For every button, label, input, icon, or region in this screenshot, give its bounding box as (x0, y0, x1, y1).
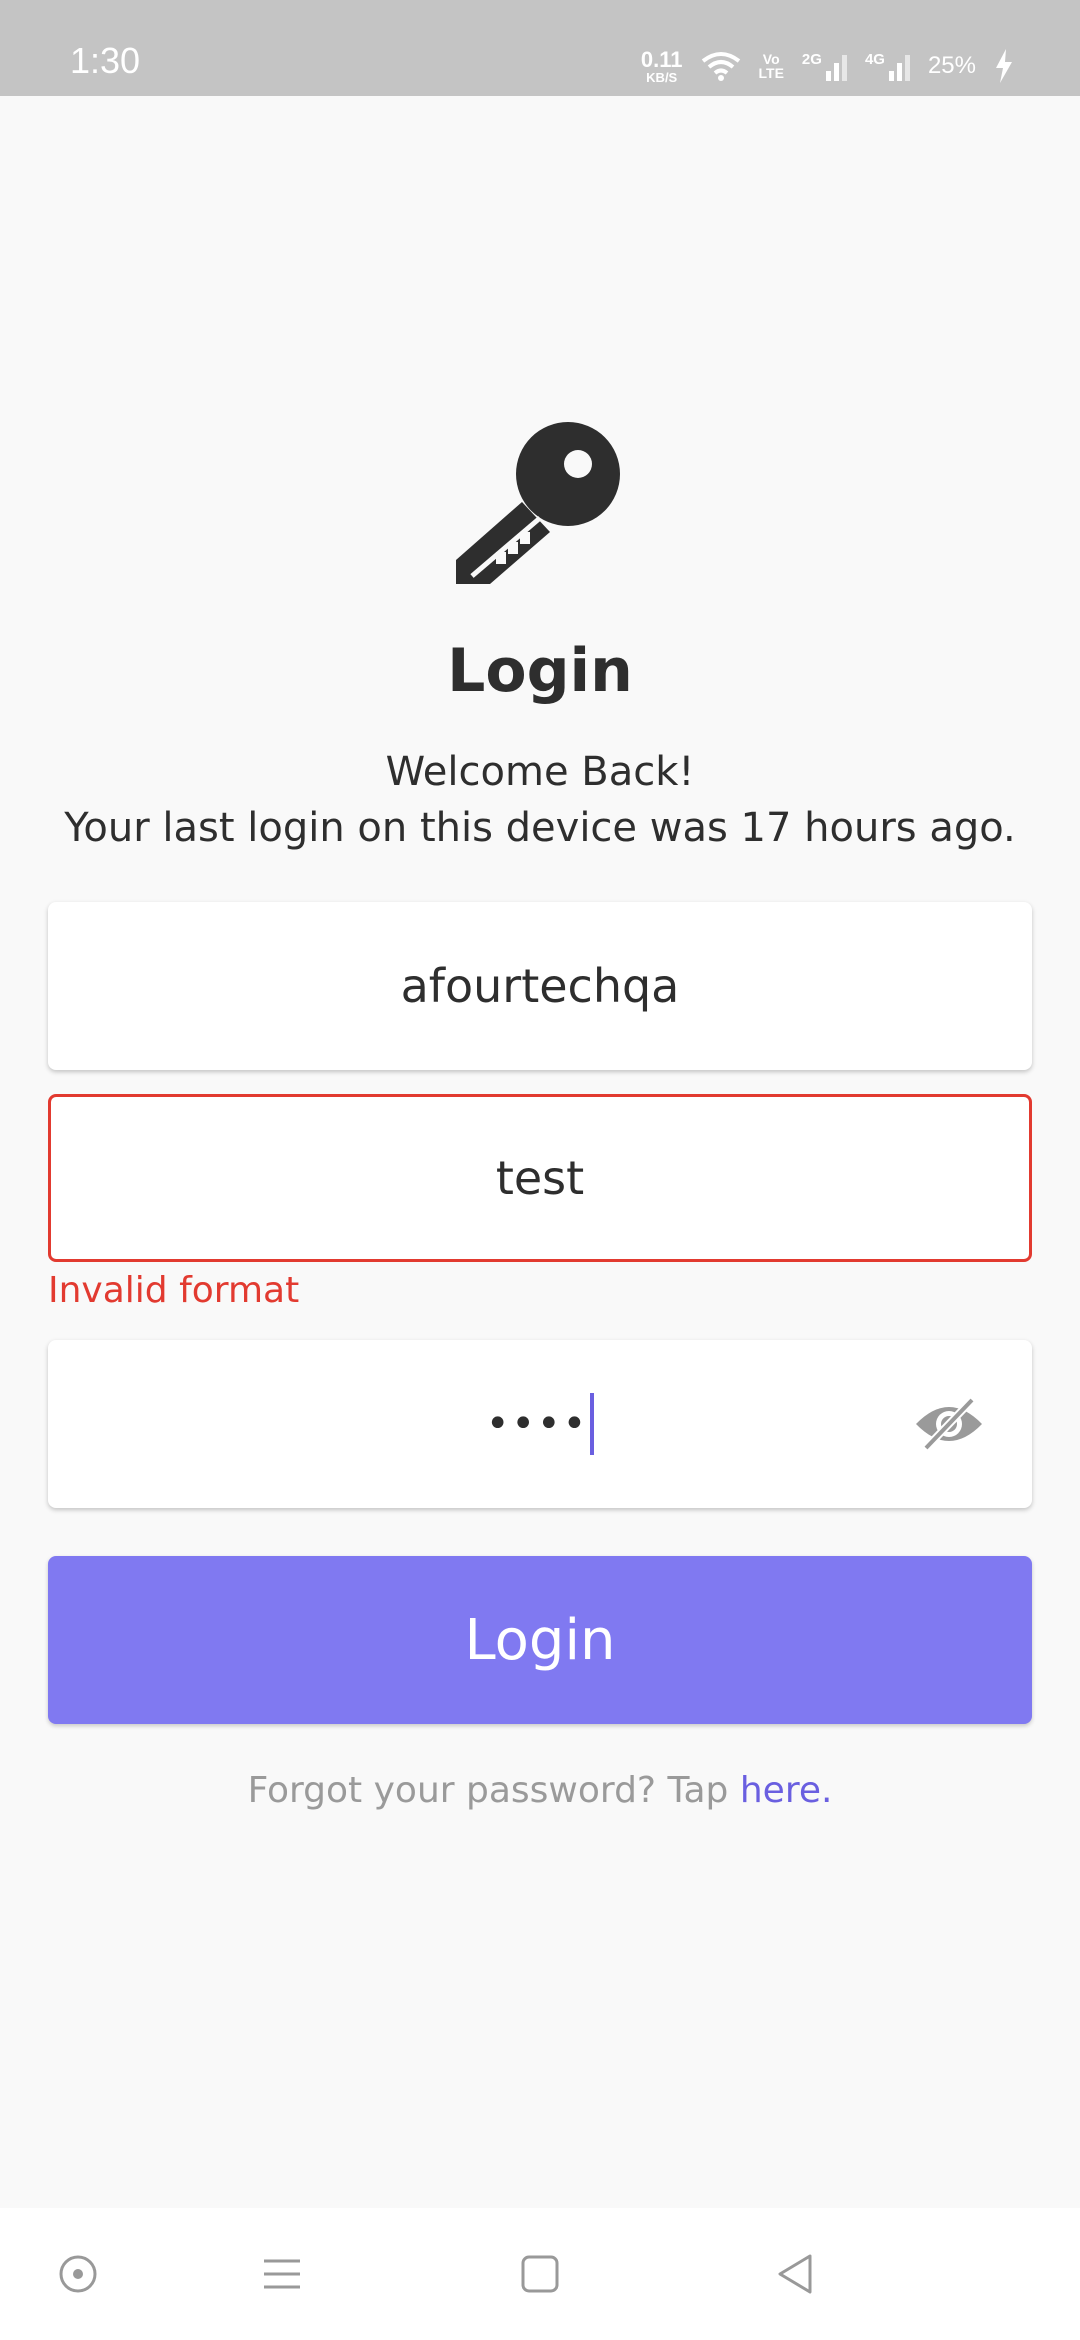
username-value: afourtechqa (400, 959, 680, 1013)
signal-icon: 2G (802, 51, 847, 81)
status-time: 1:30 (70, 40, 141, 81)
volte-top: Vo (762, 51, 780, 67)
network-speed-unit: KB/S (646, 69, 678, 85)
wifi-icon (701, 52, 740, 81)
square-icon[interactable] (510, 2244, 570, 2304)
circle-dot-icon[interactable] (48, 2244, 108, 2304)
welcome-line-1: Welcome Back! (385, 749, 695, 795)
signal-2g-label: 2G (801, 51, 822, 68)
welcome-line-2: Your last login on this device was 17 ho… (64, 805, 1016, 851)
battery-percent: 25% (927, 52, 976, 79)
charging-icon (996, 49, 1012, 83)
status-bar: 1:30 0.11 KB/S Vo LTE 2G 4G 25% (0, 0, 1080, 96)
forgot-password: Forgot your password? Tap here. (0, 1770, 1080, 1811)
password-value-wrap: •••• (485, 1393, 595, 1455)
page-title: Login (447, 636, 633, 706)
password-value: •••• (485, 1401, 589, 1447)
volte-bottom: LTE (758, 65, 784, 81)
text-cursor (590, 1393, 595, 1455)
status-icons: 0.11 KB/S Vo LTE 2G 4G 25% (641, 44, 1014, 88)
email-value: test (495, 1151, 585, 1205)
email-field[interactable]: test (48, 1094, 1032, 1262)
menu-icon[interactable] (252, 2244, 312, 2304)
signal-4g-label: 4G (864, 51, 885, 68)
eye-off-icon[interactable] (914, 1396, 984, 1452)
login-button[interactable]: Login (48, 1556, 1032, 1724)
navigation-bar (0, 2208, 1080, 2340)
forgot-password-link[interactable]: here. (740, 1770, 833, 1811)
network-speed-value: 0.11 (640, 46, 683, 72)
password-field[interactable]: •••• (48, 1340, 1032, 1508)
volte-icon: Vo LTE (759, 52, 784, 80)
email-error-message: Invalid format (48, 1270, 300, 1311)
welcome-message: Welcome Back! Your last login on this de… (0, 744, 1080, 856)
username-field[interactable]: afourtechqa (48, 902, 1032, 1070)
key-icon (456, 422, 620, 584)
network-speed: 0.11 KB/S (640, 46, 683, 85)
back-triangle-icon[interactable] (766, 2244, 826, 2304)
signal-4g-icon: 4G (865, 51, 910, 81)
forgot-password-text: Forgot your password? Tap (247, 1770, 740, 1811)
